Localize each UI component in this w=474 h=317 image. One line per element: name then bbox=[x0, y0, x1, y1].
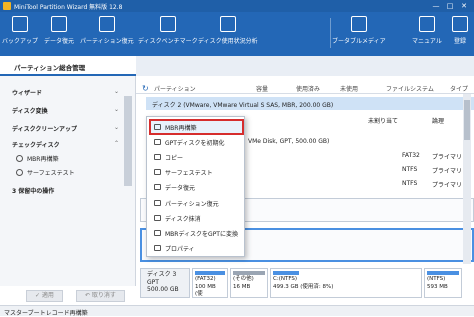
disk-3-info[interactable]: ディスク 3 GPT 500.00 GB bbox=[140, 268, 190, 298]
backup-icon bbox=[12, 16, 28, 32]
main-scrollbar[interactable] bbox=[463, 94, 471, 264]
properties-icon bbox=[154, 245, 161, 251]
undo-button[interactable]: ↶ 取り消す bbox=[76, 290, 125, 302]
disk-benchmark-button[interactable]: ディスクベンチマーク bbox=[138, 16, 198, 45]
benchmark-icon bbox=[159, 16, 176, 32]
partition-recovery-icon bbox=[98, 16, 115, 32]
row-type: プライマリ bbox=[432, 168, 463, 175]
disk-3-partition[interactable]: C:(NTFS) 499.3 GB (使用済: 8%) bbox=[270, 268, 422, 298]
chevron-up-icon[interactable]: ⌃ bbox=[114, 140, 119, 147]
pending-operations: 3 保留中の操作 bbox=[12, 188, 55, 195]
partition-recovery-button[interactable]: パーティション復元 bbox=[80, 16, 134, 45]
tab-partition-management[interactable]: パーティション総合管理 bbox=[0, 56, 136, 76]
convert-icon bbox=[154, 230, 161, 236]
left-scrollbar[interactable] bbox=[124, 96, 132, 186]
disk-3-partition[interactable]: (NTFS) 593 MB bbox=[424, 268, 462, 298]
data-recovery-icon bbox=[51, 16, 67, 32]
usage-bar bbox=[195, 271, 225, 275]
sidebar-item-surface-test[interactable]: サーフェステスト bbox=[16, 168, 75, 177]
menu-item-properties[interactable]: プロパティ bbox=[151, 242, 242, 254]
register-button[interactable]: 登録 bbox=[452, 16, 468, 45]
surface-test-icon bbox=[16, 169, 23, 176]
col-unused[interactable]: 未使用 bbox=[340, 84, 358, 93]
menu-item-init-gpt[interactable]: GPTディスクを初期化 bbox=[151, 136, 242, 148]
sidebar-item-rebuild-mbr[interactable]: MBR再構築 bbox=[16, 154, 58, 163]
usage-bar bbox=[233, 271, 265, 275]
section-disk-convert[interactable]: ディスク変換 bbox=[12, 106, 48, 115]
register-icon bbox=[452, 16, 468, 32]
section-wizard[interactable]: ウィザード bbox=[12, 88, 42, 97]
row-status: 未割り当て bbox=[368, 118, 399, 125]
usage-bar bbox=[427, 271, 459, 275]
menu-item-rebuild-mbr[interactable]: MBR再構築 bbox=[149, 119, 244, 135]
menu-item-surface-test[interactable]: サーフェステスト bbox=[151, 166, 242, 178]
chevron-down-icon[interactable]: ⌄ bbox=[114, 124, 119, 131]
menu-item-data-recovery[interactable]: データ復元 bbox=[151, 181, 242, 193]
close-button[interactable]: ✕ bbox=[457, 2, 471, 10]
chevron-down-icon[interactable]: ⌄ bbox=[114, 88, 119, 95]
wipe-disk-icon bbox=[154, 215, 161, 221]
row-type: プライマリ bbox=[432, 182, 463, 189]
backup-button[interactable]: バックアップ bbox=[2, 16, 38, 45]
app-logo-icon bbox=[3, 2, 11, 10]
col-filesystem[interactable]: ファイルシステム bbox=[386, 84, 434, 93]
copy-icon bbox=[154, 154, 161, 160]
init-gpt-icon bbox=[154, 139, 161, 145]
chevron-down-icon[interactable]: ⌄ bbox=[114, 106, 119, 113]
col-capacity[interactable]: 容量 bbox=[256, 84, 268, 93]
row-fs: FAT32 bbox=[402, 152, 420, 159]
disk-2-row[interactable]: ディスク 2 (VMware, VMware Virtual S SAS, MB… bbox=[146, 97, 474, 110]
manual-button[interactable]: マニュアル bbox=[412, 16, 442, 45]
usage-bar bbox=[273, 271, 300, 275]
apply-button[interactable]: ✓ 適用 bbox=[26, 290, 63, 302]
col-used[interactable]: 使用済み bbox=[296, 84, 320, 93]
data-recovery-button[interactable]: データ復元 bbox=[44, 16, 74, 45]
disk-3-size: 500.00 GB bbox=[147, 286, 179, 293]
left-pane: ウィザード ⌄ ディスク変換 ⌄ ディスククリーンアップ ⌄ チェックディスク … bbox=[0, 76, 136, 286]
menu-item-partition-recovery[interactable]: パーティション復元 bbox=[151, 197, 242, 209]
menu-item-wipe-disk[interactable]: ディスク抹消 bbox=[151, 212, 242, 224]
data-recovery-icon bbox=[154, 184, 161, 190]
row-fs: NTFS bbox=[402, 180, 418, 187]
bootable-media-button[interactable]: ブータブルメディア bbox=[332, 16, 386, 45]
surface-test-icon bbox=[154, 169, 161, 175]
disk-3-style: GPT bbox=[147, 278, 159, 286]
nvme-disk-info: VMe Disk, GPT, 500.00 GB) bbox=[248, 138, 330, 145]
window-title: MiniTool Partition Wizard 無料版 12.8 bbox=[14, 3, 123, 11]
maximize-button[interactable]: □ bbox=[443, 2, 457, 10]
status-bar: マスターブートレコード再構築 bbox=[0, 305, 474, 317]
row-fs: NTFS bbox=[402, 166, 418, 173]
menu-item-convert-mbr-gpt[interactable]: MBRディスクをGPTに変換 bbox=[151, 227, 242, 239]
disk-3-partition[interactable]: (その他) 16 MB bbox=[230, 268, 268, 298]
table-header: ↻ パーティション 容量 使用済み 未使用 ファイルシステム タイプ bbox=[136, 80, 474, 94]
title-bar: MiniTool Partition Wizard 無料版 12.8 — □ ✕ bbox=[0, 0, 474, 12]
disk-3-name: ディスク 3 bbox=[147, 271, 177, 278]
scrollbar-thumb[interactable] bbox=[464, 100, 470, 140]
rebuild-mbr-icon bbox=[154, 124, 161, 130]
row-type: 論理 bbox=[432, 118, 445, 125]
context-menu: MBR再構築 GPTディスクを初期化 コピー サーフェステスト データ復元 パー… bbox=[146, 116, 245, 257]
col-partition[interactable]: パーティション bbox=[154, 84, 196, 93]
bootable-media-icon bbox=[350, 16, 367, 32]
toolbar-separator bbox=[330, 18, 331, 48]
rebuild-mbr-icon bbox=[16, 155, 23, 162]
disk-3-partition[interactable]: (FAT32) 100 MB (使 bbox=[192, 268, 228, 298]
space-analyzer-button[interactable]: ディスク使用状況分析 bbox=[198, 16, 258, 45]
tab-bar bbox=[136, 56, 474, 76]
section-check-disk[interactable]: チェックディスク bbox=[12, 140, 60, 149]
menu-item-copy[interactable]: コピー bbox=[151, 151, 242, 163]
row-type: プライマリ bbox=[432, 154, 463, 161]
partition-recovery-icon bbox=[154, 200, 161, 206]
refresh-icon[interactable]: ↻ bbox=[142, 84, 149, 93]
section-disk-cleanup[interactable]: ディスククリーンアップ bbox=[12, 124, 77, 133]
minimize-button[interactable]: — bbox=[429, 2, 443, 10]
manual-icon bbox=[418, 16, 435, 32]
toolbar: バックアップ データ復元 パーティション復元 ディスクベンチマーク ディスク使用… bbox=[0, 12, 474, 56]
space-analyzer-icon bbox=[219, 16, 236, 32]
col-type[interactable]: タイプ bbox=[450, 84, 468, 93]
disk-3-map: ディスク 3 GPT 500.00 GB (FAT32) 100 MB (使 (… bbox=[140, 268, 474, 298]
